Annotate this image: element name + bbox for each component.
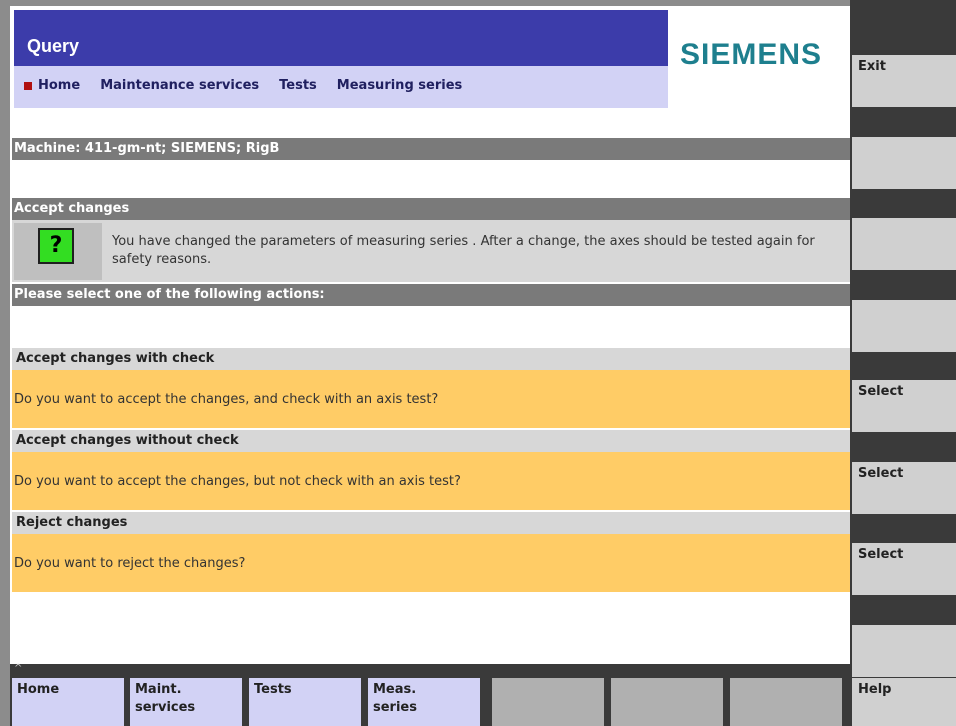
window-frame-left [0,0,10,726]
meas-softkey-line2: series [373,700,417,715]
exit-softkey[interactable]: Exit [852,55,956,107]
empty-softkey-6[interactable] [611,678,723,726]
title-bar [14,10,668,66]
softkey-8[interactable] [852,625,956,677]
maint-softkey-line1: Maint. [135,682,182,697]
select-prompt: Please select one of the following actio… [12,284,850,306]
home-softkey-label: Home [17,682,60,697]
breadcrumb: Home Maintenance services Tests Measurin… [24,78,462,93]
empty-softkey-5[interactable] [492,678,604,726]
softkey-3[interactable] [852,218,956,270]
tests-softkey-label: Tests [254,682,292,697]
action-option-accept-with-check[interactable]: Do you want to accept the changes, and c… [12,370,850,428]
vertical-softkey-bar [850,0,956,726]
nav-item-measuring-series[interactable]: Measuring series [337,78,462,93]
machine-info-bar: Machine: 411-gm-nt; SIEMENS; RigB [12,138,850,160]
select-softkey-accept-without-check[interactable]: Select [852,462,956,514]
section-header-accept-changes: Accept changes [12,198,850,220]
maint-services-softkey[interactable]: Maint. services [130,678,242,726]
tests-softkey[interactable]: Tests [249,678,361,726]
maint-softkey-line2: services [135,700,196,715]
current-page-marker-icon [24,81,32,90]
page-title: Query [27,36,80,56]
siemens-logo: SIEMENS [680,38,823,71]
action-title-accept-without-check: Accept changes without check [12,430,850,452]
action-question: Do you want to reject the changes? [14,555,246,571]
meas-softkey-line1: Meas. [373,682,417,697]
select-softkey-accept-with-check[interactable]: Select [852,380,956,432]
action-question: Do you want to accept the changes, and c… [14,391,439,407]
action-option-accept-without-check[interactable]: Do you want to accept the changes, but n… [12,452,850,510]
softkey-4[interactable] [852,300,956,352]
action-option-reject[interactable]: Do you want to reject the changes? [12,534,850,592]
empty-softkey-7[interactable] [730,678,842,726]
meas-series-softkey[interactable]: Meas. series [368,678,480,726]
nav-item-home[interactable]: Home [24,78,80,93]
nav-item-tests[interactable]: Tests [279,78,317,93]
nav-item-maintenance-services[interactable]: Maintenance services [100,78,259,93]
action-title-accept-with-check: Accept changes with check [12,348,850,370]
home-softkey[interactable]: Home [12,678,124,726]
help-softkey[interactable]: Help [852,678,956,726]
select-softkey-reject[interactable]: Select [852,543,956,595]
action-title-reject: Reject changes [12,512,850,534]
nav-home-label: Home [38,78,81,93]
scroll-up-icon[interactable]: ^ [14,664,28,674]
softkey-2[interactable] [852,137,956,189]
message-text: You have changed the parameters of measu… [112,234,815,267]
action-question: Do you want to accept the changes, but n… [14,473,461,489]
question-icon: ? [38,228,74,264]
